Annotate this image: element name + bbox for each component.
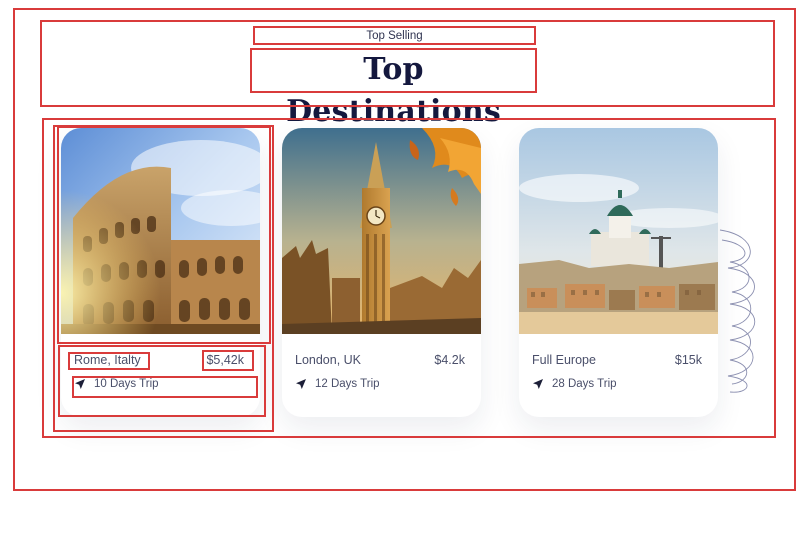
london-photo [282, 128, 481, 334]
destination-trip: 10 Days Trip [74, 375, 159, 393]
trip-duration: 12 Days Trip [315, 378, 380, 390]
navigation-arrow-icon [533, 379, 543, 389]
trip-duration: 28 Days Trip [552, 378, 617, 390]
rome-photo [61, 128, 260, 334]
destination-card-europe[interactable]: Full Europe $15k 28 Days Trip [519, 128, 718, 417]
europe-photo [519, 128, 718, 334]
navigation-arrow-icon [75, 379, 85, 389]
destination-price: $4.2k [434, 353, 465, 367]
destination-place: Rome, Italty [74, 353, 141, 367]
navigation-arrow-icon [296, 379, 306, 389]
destination-price: $15k [674, 353, 702, 367]
destination-card-london[interactable]: London, UK $4.2k 12 Days Trip [282, 128, 481, 417]
section-title: Top Destinations [286, 52, 501, 129]
destination-place: London, UK [295, 353, 362, 367]
destination-card-rome[interactable]: Rome, Italty $5,42k 10 Days Trip [61, 128, 260, 417]
destination-place: Full Europe [532, 353, 596, 367]
destination-price: $5,42k [206, 353, 244, 367]
section-subtitle: Top Selling [366, 30, 423, 42]
trip-duration: 10 Days Trip [94, 378, 159, 390]
destination-trip: 12 Days Trip [295, 375, 380, 393]
destination-trip: 28 Days Trip [532, 375, 617, 393]
